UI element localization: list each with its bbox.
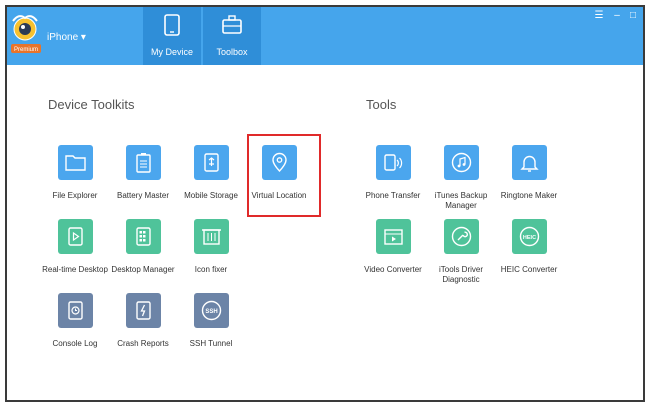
music-icon <box>451 152 471 173</box>
grid-icon <box>135 227 151 246</box>
tool-label: Crash Reports <box>117 339 169 348</box>
heic-text: HEIC <box>522 235 535 241</box>
video-icon <box>383 229 403 245</box>
tool-real-time-desktop[interactable]: Real-time Desktop <box>41 219 109 275</box>
play-icon <box>67 227 83 246</box>
bell-icon <box>519 155 539 172</box>
tool-label: Mobile Storage <box>184 191 238 200</box>
tab-toolbox[interactable]: Toolbox <box>203 7 261 65</box>
maximize-icon[interactable]: □ <box>627 10 639 21</box>
tool-phone-transfer[interactable]: Phone Transfer <box>359 145 427 201</box>
lightning-icon <box>135 301 151 320</box>
tool-label: Ringtone Maker <box>500 191 558 200</box>
clock-log-icon <box>67 301 83 320</box>
heic-icon: HEIC <box>519 226 539 247</box>
menu-icon[interactable]: ☰ <box>593 10 605 21</box>
wrench-icon <box>451 226 471 247</box>
premium-badge: Premium <box>14 47 38 53</box>
tool-label: Icon fixer <box>194 265 228 274</box>
selection-highlight <box>247 134 321 217</box>
usb-storage-icon <box>203 153 219 172</box>
device-dropdown[interactable]: iPhone ▾ <box>47 32 86 43</box>
device-name: iPhone <box>47 32 79 43</box>
tab-my-device[interactable]: My Device <box>143 7 201 65</box>
tool-file-explorer[interactable]: File Explorer <box>41 145 109 201</box>
minimize-icon[interactable]: – <box>611 10 623 21</box>
app-window: Premium iPhone ▾ My Device Toolbox ☰ – □ <box>5 5 645 402</box>
top-bar: Premium iPhone ▾ My Device Toolbox ☰ – □ <box>7 7 643 65</box>
battery-icon <box>135 153 151 173</box>
tool-label: Battery Master <box>116 191 169 200</box>
tool-label: Video Converter <box>364 265 422 274</box>
tablet-icon <box>164 14 180 36</box>
phone-transfer-icon <box>383 154 402 171</box>
tool-label: Console Log <box>52 339 98 348</box>
ssh-text: SSH <box>205 309 217 315</box>
tool-ssh-tunnel[interactable]: SSH SSH Tunnel <box>177 293 245 349</box>
tool-label: SSH Tunnel <box>189 339 233 348</box>
tool-label: iTools Driver Diagnostic <box>438 265 483 284</box>
tool-console-log[interactable]: Console Log <box>41 293 109 349</box>
trash-icon <box>201 229 221 245</box>
tool-label: HEIC Converter <box>500 265 558 274</box>
tool-battery-master[interactable]: Battery Master <box>109 145 177 201</box>
tool-crash-reports[interactable]: Crash Reports <box>109 293 177 349</box>
tool-label: Phone Transfer <box>365 191 421 200</box>
tool-label: Real-time Desktop <box>42 265 108 274</box>
tab-toolbox-label: Toolbox <box>216 47 248 57</box>
caret-down-icon: ▾ <box>80 32 86 43</box>
tool-itunes-backup-manager[interactable]: iTunes Backup Manager <box>427 145 495 211</box>
tool-desktop-manager[interactable]: Desktop Manager <box>109 219 177 275</box>
tools-title: Tools <box>366 97 397 112</box>
device-toolkits-title: Device Toolkits <box>48 97 135 112</box>
tool-mobile-storage[interactable]: Mobile Storage <box>177 145 245 201</box>
tool-ringtone-maker[interactable]: Ringtone Maker <box>495 145 563 201</box>
tab-my-device-label: My Device <box>150 47 193 57</box>
app-logo: Premium <box>11 11 47 55</box>
tool-icon-fixer[interactable]: Icon fixer <box>177 219 245 275</box>
tool-label: Desktop Manager <box>111 265 175 274</box>
tool-label: iTunes Backup Manager <box>434 191 488 210</box>
tool-video-converter[interactable]: Video Converter <box>359 219 427 275</box>
tool-heic-converter[interactable]: HEIC HEIC Converter <box>495 219 563 275</box>
folder-icon <box>64 155 86 171</box>
tool-label: File Explorer <box>52 191 98 200</box>
ssh-icon: SSH <box>201 300 221 321</box>
toolbox-icon <box>222 15 242 34</box>
tool-itools-driver-diagnostic[interactable]: iTools Driver Diagnostic <box>427 219 495 285</box>
